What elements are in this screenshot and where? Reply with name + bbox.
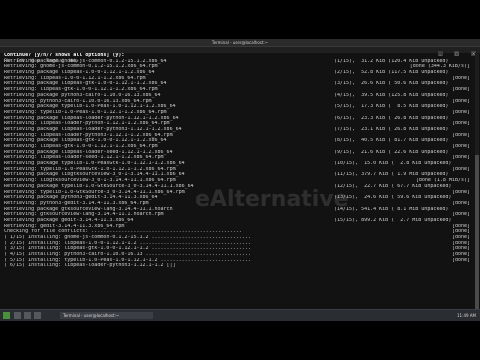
- terminal-line-text: ( 6/15) Installing: libpeas-loader-pytho…: [4, 263, 176, 269]
- window-title: Terminal - user@localhost:~: [211, 40, 269, 45]
- terminal-launcher-icon[interactable]: [34, 312, 41, 319]
- clock[interactable]: 11:49 AM: [457, 312, 476, 319]
- watermark: eAlternative: [195, 187, 349, 212]
- terminal-line: ( 6/15) Installing: libpeas-loader-pytho…: [4, 263, 472, 269]
- window-titlebar[interactable]: Terminal - user@localhost:~ _ □ ×: [0, 39, 480, 56]
- file-manager-icon[interactable]: [14, 312, 21, 319]
- scrollbar-thumb[interactable]: [475, 155, 479, 309]
- taskbar: Terminal - user@localhost:~ 11:49 AM: [0, 309, 480, 321]
- desktop: Terminal - user@localhost:~ _ □ × File Ed…: [0, 0, 480, 360]
- terminal-output[interactable]: Continue? [y/n/? shows all options] (y):…: [4, 53, 472, 309]
- start-menu-icon[interactable]: [3, 312, 10, 319]
- terminal-window[interactable]: Terminal - user@localhost:~ _ □ × File Ed…: [0, 39, 480, 309]
- browser-icon[interactable]: [24, 312, 31, 319]
- taskbar-item-terminal[interactable]: Terminal - user@localhost:~: [60, 312, 153, 319]
- scrollbar[interactable]: [475, 53, 479, 309]
